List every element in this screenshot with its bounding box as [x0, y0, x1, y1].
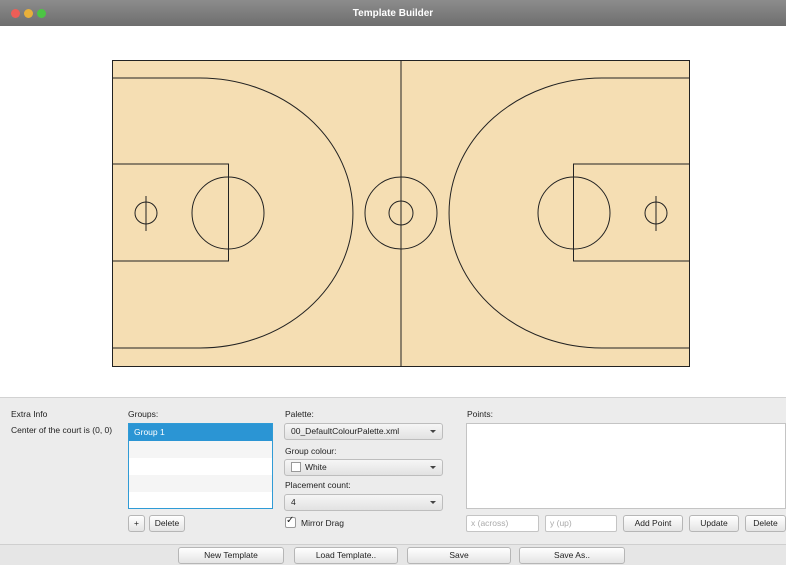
new-template-button[interactable]: New Template: [178, 547, 284, 564]
mirror-drag-checkbox[interactable]: ✓: [285, 515, 296, 528]
group-list-item[interactable]: Group 1: [129, 424, 272, 441]
update-point-button[interactable]: Update: [689, 515, 739, 532]
palette-select-value: 00_DefaultColourPalette.xml: [291, 426, 400, 436]
palette-label: Palette:: [285, 409, 314, 419]
delete-group-button[interactable]: Delete: [149, 515, 185, 532]
placement-count-label: Placement count:: [285, 480, 351, 490]
group-colour-label: Group colour:: [285, 446, 337, 456]
points-list[interactable]: [466, 423, 786, 509]
window-title: Template Builder: [352, 8, 434, 19]
save-as-button[interactable]: Save As..: [519, 547, 625, 564]
groups-list[interactable]: Group 1: [128, 423, 273, 509]
x-coordinate-input[interactable]: x (across): [466, 515, 539, 532]
chevron-down-icon: [430, 430, 436, 433]
load-template-button[interactable]: Load Template..: [294, 547, 398, 564]
groups-label: Groups:: [128, 409, 159, 419]
y-coordinate-input[interactable]: y (up): [545, 515, 617, 532]
empty-list-row: [129, 458, 272, 475]
extra-info-heading: Extra Info: [11, 409, 48, 419]
points-label: Points:: [467, 409, 493, 419]
empty-list-row: [129, 475, 272, 492]
extra-info-text: Center of the court is (0, 0): [11, 425, 113, 435]
footer-toolbar: New Template Load Template.. Save Save A…: [0, 544, 786, 565]
palette-select[interactable]: 00_DefaultColourPalette.xml: [284, 423, 443, 440]
add-group-button[interactable]: +: [128, 515, 145, 532]
add-point-button[interactable]: Add Point: [623, 515, 683, 532]
chevron-down-icon: [430, 466, 436, 469]
basketball-court[interactable]: [112, 60, 690, 367]
save-button[interactable]: Save: [407, 547, 511, 564]
delete-point-button[interactable]: Delete: [745, 515, 786, 532]
colour-swatch-icon: [291, 462, 301, 472]
group-colour-select[interactable]: White: [284, 459, 443, 476]
placement-count-value: 4: [291, 497, 296, 507]
mirror-drag-label: Mirror Drag: [301, 518, 344, 528]
group-colour-value: White: [305, 462, 327, 472]
window-titlebar: Template Builder: [0, 0, 786, 26]
editor-panel: Extra Info Center of the court is (0, 0)…: [0, 397, 786, 544]
court-canvas[interactable]: [112, 60, 690, 367]
checkmark-icon: ✓: [286, 515, 295, 526]
chevron-down-icon: [430, 501, 436, 504]
empty-list-row: [129, 441, 272, 458]
placement-count-select[interactable]: 4: [284, 494, 443, 511]
